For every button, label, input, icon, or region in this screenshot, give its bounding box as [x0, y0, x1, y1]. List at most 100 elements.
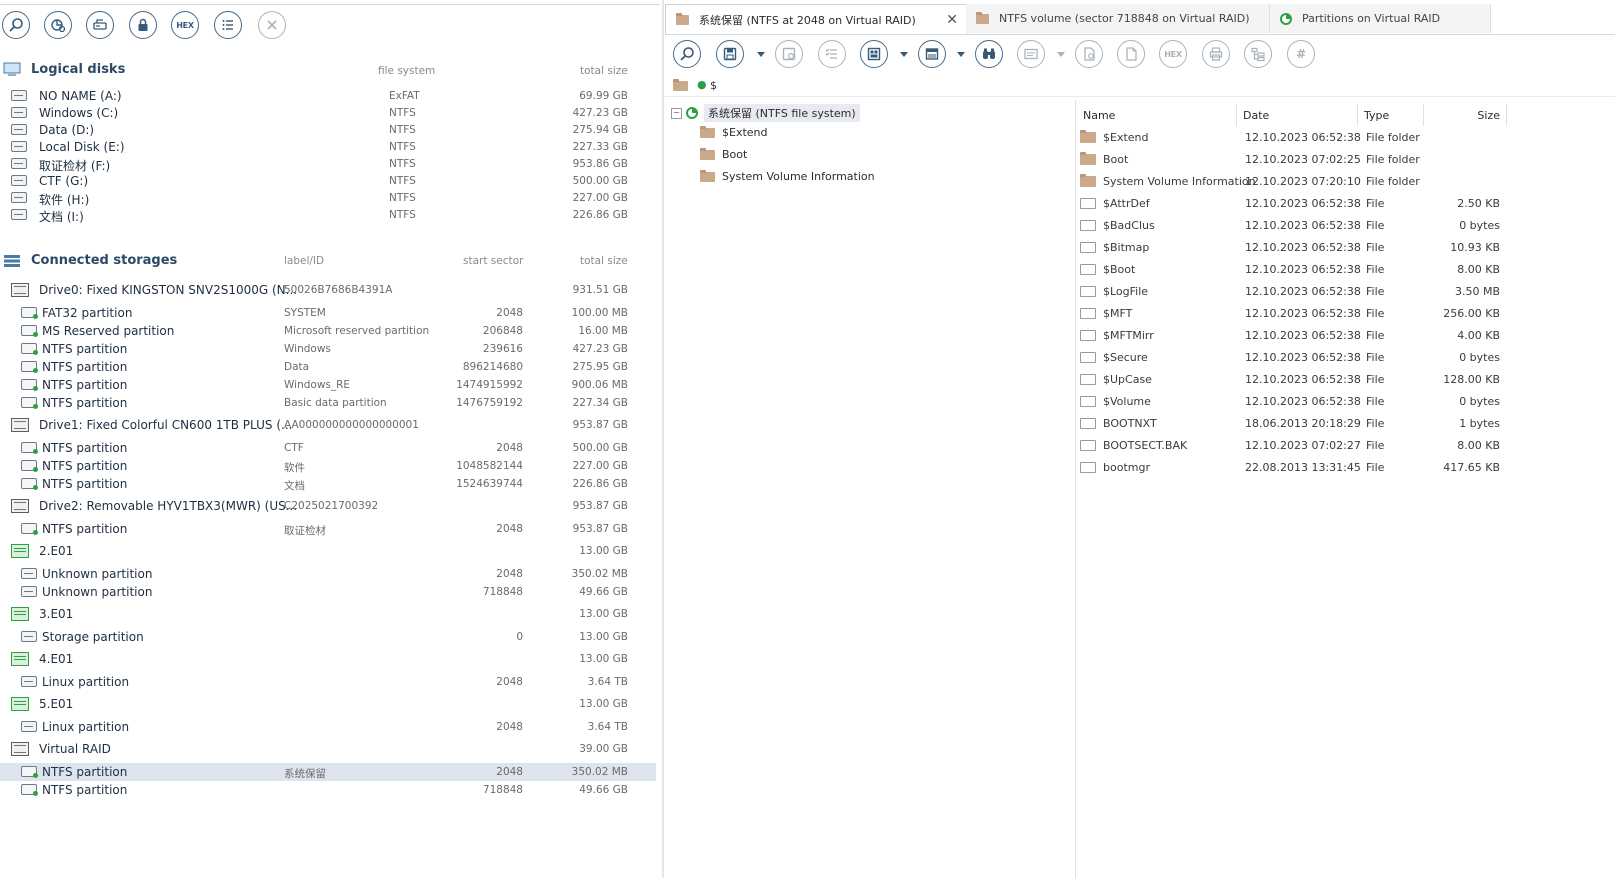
file-row[interactable]: $Bitmap 12.10.2023 06:52:38 File 10.93 KB: [1078, 236, 1508, 258]
scan-button[interactable]: [44, 11, 72, 39]
storage-row[interactable]: NTFS partition 取证检材 2048 953.87 GB: [0, 520, 656, 538]
storage-row[interactable]: Storage partition 0 13.00 GB: [0, 628, 656, 646]
tree-list-splitter[interactable]: [1075, 100, 1076, 878]
path-bar[interactable]: ● $: [665, 76, 1615, 97]
storage-row[interactable]: NTFS partition Data 896214680 275.95 GB: [0, 358, 656, 376]
logical-disk-row[interactable]: 软件 (H:) NTFS 227.00 GB: [0, 189, 656, 207]
storage-row[interactable]: 5.E01 13.00 GB: [0, 695, 656, 713]
panel-button[interactable]: [918, 40, 946, 68]
document-icon: [1126, 47, 1137, 61]
storage-row[interactable]: NTFS partition 文档 1524639744 226.86 GB: [0, 475, 656, 493]
checklist-button[interactable]: [818, 40, 846, 68]
find-button[interactable]: [673, 40, 701, 68]
col-name-header[interactable]: Name: [1077, 104, 1237, 126]
storage-row[interactable]: Drive2: Removable HYV1TBX3(MWR) (US... C2…: [0, 497, 656, 515]
col-type-header[interactable]: Type: [1358, 104, 1424, 126]
storage-row[interactable]: 4.E01 13.00 GB: [0, 650, 656, 668]
logical-disk-row[interactable]: Windows (C:) NTFS 427.23 GB: [0, 104, 656, 122]
file-row[interactable]: $MFT 12.10.2023 06:52:38 File 256.00 KB: [1078, 302, 1508, 324]
storage-row[interactable]: NTFS partition 718848 49.66 GB: [0, 781, 656, 799]
storage-row[interactable]: Unknown partition 718848 49.66 GB: [0, 583, 656, 601]
document-button[interactable]: [1117, 40, 1145, 68]
panel-dropdown-icon[interactable]: [957, 52, 965, 57]
collapse-icon[interactable]: −: [671, 107, 682, 119]
file-icon: [1080, 242, 1096, 253]
list-button[interactable]: [214, 11, 242, 39]
view-mode-button[interactable]: [860, 40, 888, 68]
storage-row[interactable]: NTFS partition 软件 1048582144 227.00 GB: [0, 457, 656, 475]
disk-image-button[interactable]: [86, 11, 114, 39]
logical-disk-row[interactable]: 取证检材 (F:) NTFS 953.86 GB: [0, 155, 656, 173]
logical-disk-row[interactable]: Local Disk (E:) NTFS 227.33 GB: [0, 138, 656, 156]
file-row[interactable]: BOOTNXT 18.06.2013 20:18:29 File 1 bytes: [1078, 412, 1508, 434]
storage-row[interactable]: NTFS partition Windows 239616 427.23 GB: [0, 340, 656, 358]
storage-row[interactable]: NTFS partition CTF 2048 500.00 GB: [0, 439, 656, 457]
tree-root[interactable]: − 系统保留 (NTFS file system): [671, 104, 860, 122]
storage-row[interactable]: Unknown partition 2048 350.02 MB: [0, 565, 656, 583]
tree-item-extend[interactable]: $Extend: [700, 125, 768, 139]
storage-row[interactable]: 3.E01 13.00 GB: [0, 605, 656, 623]
col-date-header[interactable]: Date: [1237, 104, 1358, 126]
storage-row[interactable]: FAT32 partition SYSTEM 2048 100.00 MB: [0, 304, 656, 322]
storage-row[interactable]: NTFS partition 系统保留 2048 350.02 MB: [0, 763, 656, 781]
storage-name: Drive1: Fixed Colorful CN600 1TB PLUS (.…: [39, 418, 293, 432]
storage-row[interactable]: NTFS partition Windows_RE 1474915992 900.06…: [0, 376, 656, 394]
file-row[interactable]: BOOTSECT.BAK 12.10.2023 07:02:27 File 8.00 …: [1078, 434, 1508, 456]
tree-item-system-volume-information[interactable]: System Volume Information: [700, 169, 875, 183]
storage-start-sector: 239616: [482, 343, 523, 355]
file-row[interactable]: $AttrDef 12.10.2023 06:52:38 File 2.50 KB: [1078, 192, 1508, 214]
tab-ntfs-volume[interactable]: NTFS volume (sector 718848 on Virtual RA…: [966, 4, 1270, 33]
storage-row[interactable]: Drive1: Fixed Colorful CN600 1TB PLUS (.…: [0, 416, 656, 434]
file-row[interactable]: bootmgr 22.08.2013 13:31:45 File 417.65 KB: [1078, 456, 1508, 478]
tree-view-button[interactable]: [1244, 40, 1272, 68]
file-row[interactable]: $Boot 12.10.2023 06:52:38 File 8.00 KB: [1078, 258, 1508, 280]
file-row[interactable]: $Volume 12.10.2023 06:52:38 File 0 bytes: [1078, 390, 1508, 412]
file-row[interactable]: $MFTMirr 12.10.2023 06:52:38 File 4.00 KB: [1078, 324, 1508, 346]
save-button[interactable]: [716, 40, 744, 68]
file-row[interactable]: $Secure 12.10.2023 06:52:38 File 0 bytes: [1078, 346, 1508, 368]
file-row[interactable]: System Volume Information 12.10.2023 07:2…: [1078, 170, 1508, 192]
hash-button[interactable]: #: [1287, 40, 1315, 68]
preview-button[interactable]: [1017, 40, 1045, 68]
file-row[interactable]: $LogFile 12.10.2023 06:52:38 File 3.50 MB: [1078, 280, 1508, 302]
tree-item-boot[interactable]: Boot: [700, 147, 747, 161]
file-row[interactable]: $UpCase 12.10.2023 06:52:38 File 128.00 KB: [1078, 368, 1508, 390]
logical-disk-row[interactable]: Data (D:) NTFS 275.94 GB: [0, 121, 656, 139]
find-binoculars-button[interactable]: [975, 40, 1003, 68]
partition-icon: [21, 586, 37, 597]
disk-icon: [11, 209, 27, 220]
storage-row[interactable]: Drive0: Fixed KINGSTON SNV2S1000G (N... 5…: [0, 281, 656, 299]
file-row[interactable]: $BadClus 12.10.2023 06:52:38 File 0 bytes: [1078, 214, 1508, 236]
storage-row[interactable]: NTFS partition Basic data partition 147675…: [0, 394, 656, 412]
storage-start-sector: 718848: [482, 784, 523, 796]
logical-disk-row[interactable]: CTF (G:) NTFS 500.00 GB: [0, 172, 656, 190]
file-info-button[interactable]: [1075, 40, 1103, 68]
pane-splitter[interactable]: [662, 0, 664, 878]
tab-system-reserved[interactable]: 系统保留 (NTFS at 2048 on Virtual RAID) ✕: [665, 4, 967, 34]
hex-view-button[interactable]: HEX: [1159, 40, 1187, 68]
search-button[interactable]: [2, 11, 30, 39]
view-mode-dropdown-icon[interactable]: [900, 52, 908, 57]
lock-button[interactable]: [129, 11, 157, 39]
recover-icon: [782, 47, 796, 61]
tab-close-icon[interactable]: ✕: [946, 12, 958, 28]
save-dropdown-icon[interactable]: [757, 52, 765, 57]
hex-button[interactable]: HEX: [171, 11, 199, 39]
storage-row[interactable]: Linux partition 2048 3.64 TB: [0, 718, 656, 736]
preview-dropdown-icon[interactable]: [1057, 52, 1065, 57]
storage-row[interactable]: 2.E01 13.00 GB: [0, 542, 656, 560]
logical-disk-row[interactable]: 文档 (I:) NTFS 226.86 GB: [0, 206, 656, 224]
file-row[interactable]: $Extend 12.10.2023 06:52:38 File folder: [1078, 126, 1508, 148]
logical-disk-row[interactable]: NO NAME (A:) ExFAT 69.99 GB: [0, 87, 656, 105]
storage-size: 350.02 MB: [571, 766, 628, 778]
print-button[interactable]: [1202, 40, 1230, 68]
storage-row[interactable]: Virtual RAID 39.00 GB: [0, 740, 656, 758]
file-type: File: [1366, 219, 1385, 232]
storage-row[interactable]: Linux partition 2048 3.64 TB: [0, 673, 656, 691]
file-row[interactable]: Boot 12.10.2023 07:02:25 File folder: [1078, 148, 1508, 170]
storage-row[interactable]: MS Reserved partition Microsoft reserved …: [0, 322, 656, 340]
close-button[interactable]: [258, 11, 286, 39]
col-size-header[interactable]: Size: [1424, 104, 1507, 126]
recover-button[interactable]: [775, 40, 803, 68]
tab-partitions[interactable]: Partitions on Virtual RAID: [1270, 4, 1491, 33]
